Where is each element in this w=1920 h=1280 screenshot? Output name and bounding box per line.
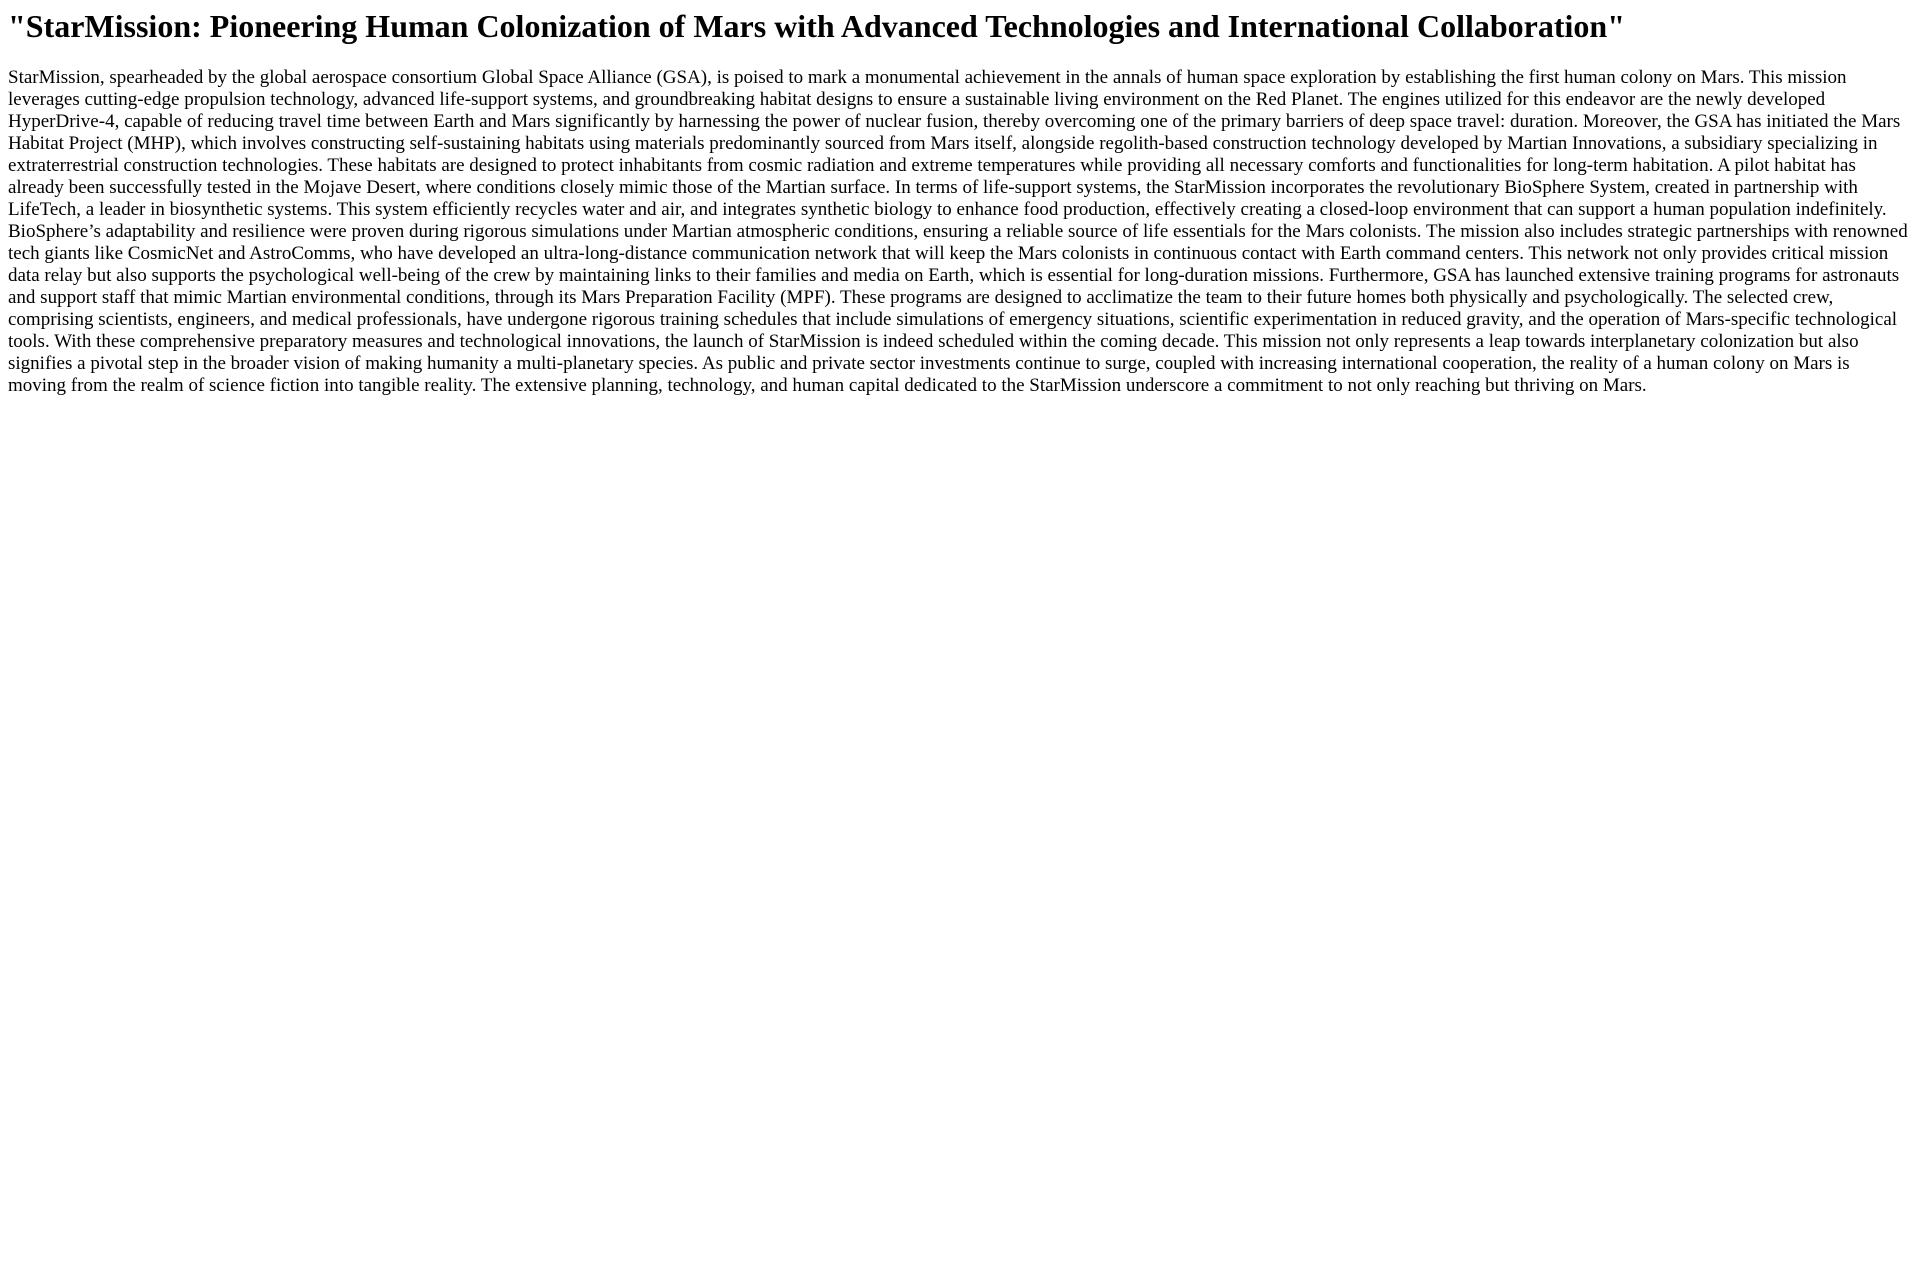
- article-body: StarMission, spearheaded by the global a…: [8, 67, 1908, 396]
- page-title: "StarMission: Pioneering Human Colonizat…: [8, 8, 1625, 44]
